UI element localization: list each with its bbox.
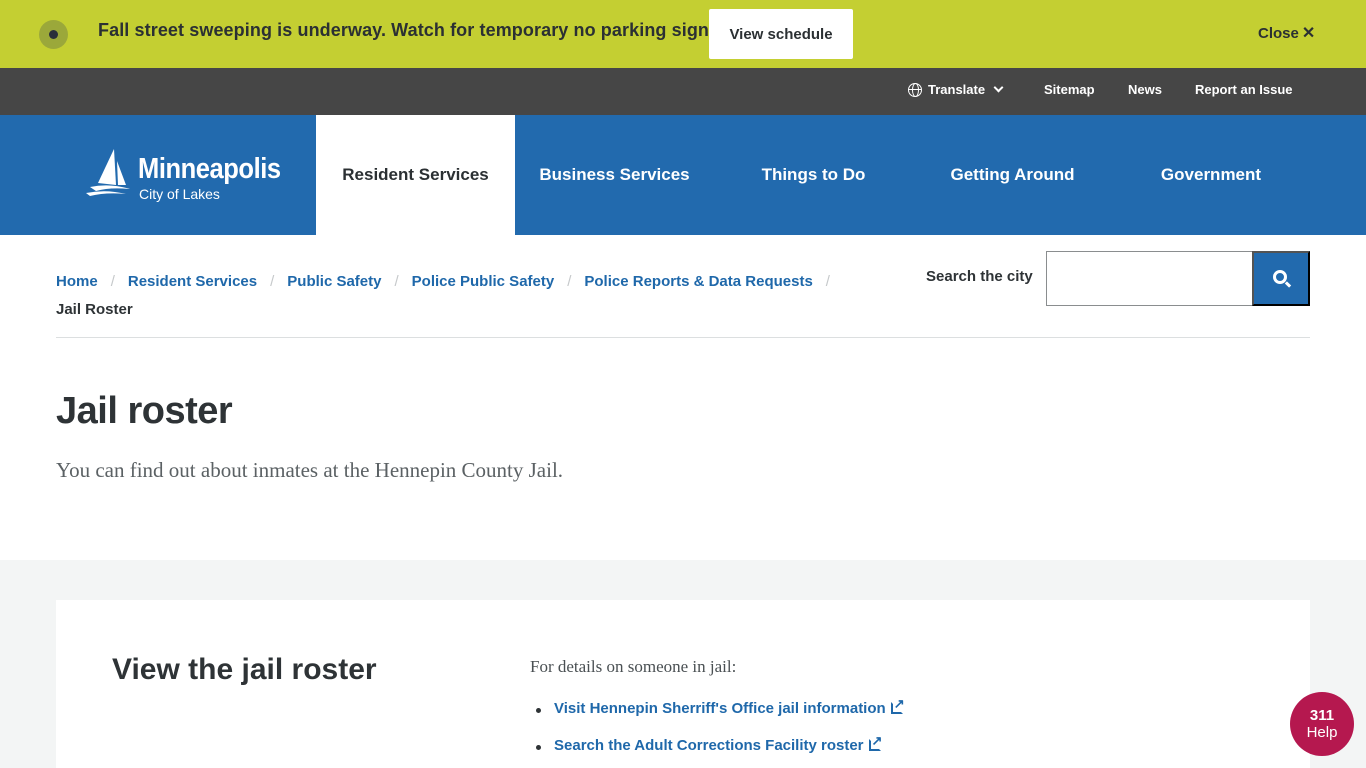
- breadcrumb-separator: /: [825, 273, 830, 290]
- logo-tagline: City of Lakes: [139, 186, 220, 202]
- breadcrumb-police-reports[interactable]: Police Reports & Data Requests: [584, 273, 812, 290]
- chevron-down-icon: [993, 82, 1004, 92]
- breadcrumb-separator: /: [270, 273, 275, 290]
- sitemap-link[interactable]: Sitemap: [1044, 82, 1095, 97]
- list-item: Search the Adult Corrections Facility ro…: [530, 733, 903, 768]
- help-label: Help: [1306, 724, 1338, 741]
- breadcrumb-separator: /: [567, 273, 572, 290]
- breadcrumb-home[interactable]: Home: [56, 273, 98, 290]
- list-item: Visit Hennepin Sherriff's Office jail in…: [530, 696, 905, 737]
- breadcrumb-separator: /: [110, 273, 115, 290]
- alert-banner: Fall street sweeping is underway. Watch …: [0, 0, 1366, 68]
- breadcrumb-current: Jail Roster: [56, 301, 133, 318]
- breadcrumb: Home / Resident Services / Public Safety / Pol…: [56, 268, 856, 324]
- hennepin-sheriff-link[interactable]: Visit Hennepin Sherriff's Office jail in…: [554, 696, 905, 717]
- search-input[interactable]: [1046, 251, 1253, 306]
- page-title: Jail roster: [56, 390, 233, 432]
- search-button[interactable]: [1252, 251, 1310, 306]
- nav-getting-around[interactable]: Getting Around: [913, 115, 1112, 235]
- logo-name: Minneapolis: [138, 153, 281, 185]
- translate-dropdown[interactable]: Translate: [908, 82, 1004, 97]
- search-label: Search the city: [926, 268, 1033, 285]
- card-link-list: Visit Hennepin Sherriff's Office jail in…: [530, 696, 905, 768]
- sailboat-icon: [86, 149, 130, 196]
- news-link[interactable]: News: [1128, 82, 1162, 97]
- search-icon: [1272, 270, 1287, 284]
- nav-resident-services[interactable]: Resident Services: [316, 115, 515, 235]
- breadcrumb-separator: /: [394, 273, 399, 290]
- page-lead: You can find out about inmates at the He…: [56, 458, 564, 482]
- globe-icon: [908, 82, 922, 97]
- breadcrumb-resident-services[interactable]: Resident Services: [128, 273, 257, 290]
- alert-message: Fall street sweeping is underway. Watch …: [98, 20, 725, 40]
- breadcrumb-police-public-safety[interactable]: Police Public Safety: [412, 273, 555, 290]
- card-title: View the jail roster: [112, 653, 377, 686]
- header-divider: [56, 337, 1310, 338]
- close-label: Close: [1258, 24, 1299, 42]
- external-link-icon: [868, 733, 882, 751]
- jail-roster-card: View the jail roster For details on some…: [56, 600, 1310, 768]
- link-label: Search the Adult Corrections Facility ro…: [554, 737, 864, 754]
- close-alert-button[interactable]: Close ✕: [1258, 23, 1315, 43]
- nav-government[interactable]: Government: [1112, 115, 1310, 235]
- nav-business-services[interactable]: Business Services: [515, 115, 714, 235]
- breadcrumb-public-safety[interactable]: Public Safety: [287, 273, 381, 290]
- close-x-icon: ✕: [1301, 25, 1316, 42]
- site-logo[interactable]: Minneapolis City of Lakes: [86, 147, 281, 207]
- alert-status-icon: [39, 20, 68, 49]
- card-intro: For details on someone in jail:: [530, 657, 737, 676]
- link-label: Visit Hennepin Sherriff's Office jail in…: [554, 700, 886, 717]
- help-311-button[interactable]: 311 Help: [1290, 692, 1354, 756]
- adult-corrections-roster-link[interactable]: Search the Adult Corrections Facility ro…: [554, 733, 882, 754]
- nav-things-to-do[interactable]: Things to Do: [714, 115, 913, 235]
- help-number: 311: [1309, 707, 1335, 724]
- utility-nav: Translate Sitemap News Report an Issue: [0, 68, 1366, 115]
- external-link-icon: [890, 696, 905, 714]
- view-schedule-button[interactable]: View schedule: [709, 9, 853, 59]
- main-nav: Minneapolis City of Lakes Resident Servi…: [0, 115, 1366, 235]
- report-issue-link[interactable]: Report an Issue: [1195, 82, 1293, 97]
- translate-label: Translate: [928, 82, 986, 97]
